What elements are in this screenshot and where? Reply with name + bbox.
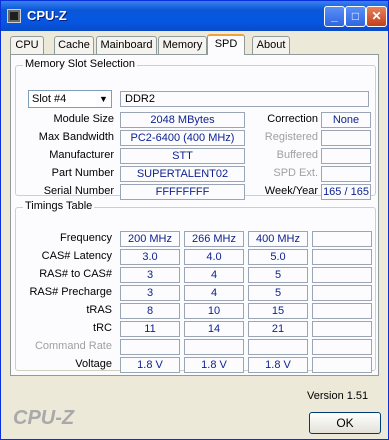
tab-cpu[interactable]: CPU <box>10 36 44 54</box>
part-number-label: Part Number <box>51 167 114 179</box>
correction-value: None <box>321 112 371 128</box>
timing-row-label: Command Rate <box>34 340 112 352</box>
timing-cell: 1.8 V <box>120 357 180 373</box>
week-year-label: Week/Year <box>264 185 318 197</box>
timing-cell: 10 <box>184 303 244 319</box>
minimize-button[interactable]: _ <box>324 6 345 27</box>
tab-memory[interactable]: Memory <box>158 36 207 54</box>
timing-cell: 5 <box>248 285 308 301</box>
memory-slot-group-title: Memory Slot Selection <box>23 58 138 70</box>
timing-row-label: RAS# Precharge <box>29 286 112 298</box>
tab-about[interactable]: About <box>252 36 290 54</box>
buffered-label: Buffered <box>276 149 318 161</box>
max-bandwidth-value: PC2-6400 (400 MHz) <box>120 130 245 146</box>
timing-row-label: CAS# Latency <box>41 250 112 262</box>
timing-row-label: tRAS <box>86 304 112 316</box>
serial-number-value: FFFFFFFF <box>120 184 245 200</box>
timing-cell: 5.0 <box>248 249 308 265</box>
registered-value <box>321 130 371 146</box>
slot-select-value: Slot #4 <box>32 93 67 105</box>
timing-cell <box>312 339 372 355</box>
registered-label: Registered <box>264 131 318 143</box>
timing-row-label: tRC <box>93 322 112 334</box>
spd-ext-value <box>321 166 371 182</box>
timing-cell <box>248 339 308 355</box>
timing-cell: 8 <box>120 303 180 319</box>
timing-cell: 11 <box>120 321 180 337</box>
timing-cell: 1.8 V <box>184 357 244 373</box>
tab-cache[interactable]: Cache <box>54 36 94 54</box>
timing-cell: 4.0 <box>184 249 244 265</box>
timing-cell: 5 <box>248 267 308 283</box>
timing-cell <box>312 267 372 283</box>
timing-cell: 4 <box>184 267 244 283</box>
title-bar[interactable]: CPU-Z _ □ ✕ <box>1 1 388 31</box>
manufacturer-value: STT <box>120 148 245 164</box>
timing-row-label: Frequency <box>60 232 112 244</box>
slot-select[interactable]: Slot #4 ▼ <box>28 90 112 108</box>
memory-slot-group: Memory Slot Selection Slot #4 ▼ DDR2 Mod… <box>15 58 376 200</box>
timing-row-label: Voltage <box>75 358 112 370</box>
version-label: Version 1.51 <box>307 390 369 402</box>
timing-cell: 400 MHz <box>248 231 308 247</box>
spd-ext-label: SPD Ext. <box>273 167 318 179</box>
correction-label: Correction <box>267 113 318 125</box>
ok-button[interactable]: OK <box>309 412 381 434</box>
chevron-down-icon[interactable]: ▼ <box>96 91 111 107</box>
timing-cell: 4 <box>184 285 244 301</box>
timing-cell: 15 <box>248 303 308 319</box>
timing-cell <box>312 321 372 337</box>
timing-cell: 14 <box>184 321 244 337</box>
timing-cell: 3.0 <box>120 249 180 265</box>
timings-group-title: Timings Table <box>23 200 95 212</box>
timing-cell: 200 MHz <box>120 231 180 247</box>
timing-cell <box>312 249 372 265</box>
week-year-value: 165 / 165 <box>321 184 371 200</box>
maximize-button[interactable]: □ <box>345 6 366 27</box>
timing-cell <box>312 285 372 301</box>
timing-cell: 21 <box>248 321 308 337</box>
timing-cell <box>184 339 244 355</box>
module-size-value: 2048 MBytes <box>120 112 245 128</box>
manufacturer-label: Manufacturer <box>49 149 114 161</box>
cpu-chip-icon <box>7 9 21 23</box>
memory-type-field: DDR2 <box>120 91 369 107</box>
timing-cell <box>312 357 372 373</box>
tab-mainboard[interactable]: Mainboard <box>96 36 157 54</box>
close-button[interactable]: ✕ <box>366 6 387 27</box>
serial-number-label: Serial Number <box>43 185 114 197</box>
window-title: CPU-Z <box>27 8 67 23</box>
cpuz-window: CPU-Z _ □ ✕ CPU Cache Mainboard Memory S… <box>0 0 389 440</box>
part-number-value: SUPERTALENT02 <box>120 166 245 182</box>
tab-spd[interactable]: SPD <box>207 34 245 55</box>
timing-cell: 266 MHz <box>184 231 244 247</box>
timing-cell: 1.8 V <box>248 357 308 373</box>
cpuz-logo-text: CPU-Z <box>13 407 75 429</box>
spd-panel: Memory Slot Selection Slot #4 ▼ DDR2 Mod… <box>10 54 379 376</box>
max-bandwidth-label: Max Bandwidth <box>38 131 114 143</box>
timing-row-label: RAS# to CAS# <box>39 268 112 280</box>
timing-cell <box>120 339 180 355</box>
timing-cell <box>312 303 372 319</box>
timing-cell: 3 <box>120 267 180 283</box>
module-size-label: Module Size <box>53 113 114 125</box>
timing-cell: 3 <box>120 285 180 301</box>
buffered-value <box>321 148 371 164</box>
timing-cell <box>312 231 372 247</box>
timings-group: Timings Table Frequency 200 MHz 266 MHz … <box>15 200 376 373</box>
